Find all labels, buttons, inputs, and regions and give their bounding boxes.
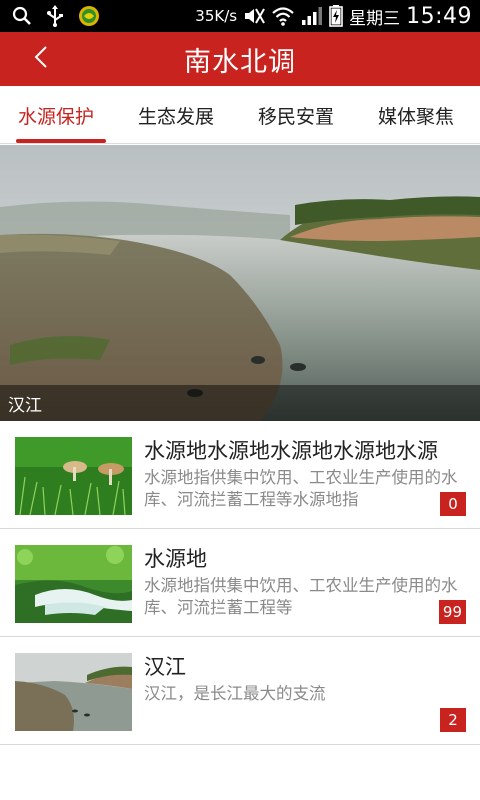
item-title: 水源地 [144,547,207,571]
clock: 15:49 [406,3,472,29]
tab-media-focus[interactable]: 媒体聚焦 [378,86,454,144]
chevron-left-icon [34,45,48,73]
list-item[interactable]: 汉江 汉江，是长江最大的支流 2 [0,637,480,745]
weekday-label: 星期三 [349,8,401,29]
app-notification-icon [78,5,100,27]
usb-icon [46,5,64,27]
wifi-icon [271,6,295,26]
item-title: 汉江 [144,655,186,679]
back-button[interactable] [26,42,56,76]
list-item[interactable]: 水源地 水源地指供集中饮用、工农业生产使用的水库、河流拦蓄工程等 99 [0,529,480,637]
battery-charging-icon [329,5,343,27]
tab-water-source-protection[interactable]: 水源保护 [18,86,94,144]
forest-stream-thumbnail [15,545,132,623]
tab-ecological-development[interactable]: 生态发展 [138,86,214,144]
comment-count-badge: 0 [440,492,466,516]
item-description: 汉江，是长江最大的支流 [144,684,326,703]
comment-count-badge: 99 [438,600,466,624]
banner-image[interactable]: 汉江 [0,145,480,421]
river-landscape-image [0,145,480,421]
mute-icon [243,6,265,26]
network-speed: 35K/s [195,7,238,25]
category-tabs: 水源保护 生态发展 移民安置 媒体聚焦 [0,86,480,144]
status-bar: 35K/s 星期三 15:49 [0,0,480,32]
app-header: 南水北调 [0,32,480,86]
active-tab-indicator [16,139,106,143]
moss-mushroom-thumbnail [15,437,132,515]
news-list: 水源地水源地水源地水源地水源 水源地指供集中饮用、工农业生产使用的水库、河流拦蓄… [0,421,480,745]
page-title: 南水北调 [184,46,296,78]
item-description: 水源地指供集中饮用、工农业生产使用的水库、河流拦蓄工程等 [144,576,458,617]
item-title: 水源地水源地水源地水源地水源 [144,439,438,463]
item-description: 水源地指供集中饮用、工农业生产使用的水库、河流拦蓄工程等水源地指 [144,468,458,509]
search-icon [12,6,32,26]
list-item[interactable]: 水源地水源地水源地水源地水源 水源地指供集中饮用、工农业生产使用的水库、河流拦蓄… [0,421,480,529]
comment-count-badge: 2 [440,708,466,732]
banner-caption: 汉江 [0,385,480,421]
river-thumbnail [15,653,132,731]
tab-resettlement[interactable]: 移民安置 [258,86,334,144]
signal-icon [301,6,323,26]
